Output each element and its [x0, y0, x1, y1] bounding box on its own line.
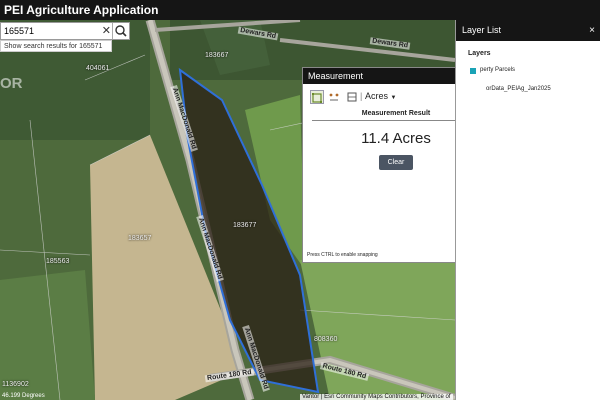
clear-search-icon[interactable]: ✕: [102, 24, 111, 37]
parcel-label: 185563: [46, 258, 70, 265]
parcel-label: 183677: [233, 222, 257, 229]
search-input[interactable]: [1, 23, 103, 39]
area-tool-button[interactable]: [310, 90, 324, 104]
search-suggestion[interactable]: Show search results for 165571: [0, 40, 112, 52]
area-icon: [312, 93, 322, 103]
parcel-label: 1136902: [2, 381, 29, 388]
measurement-title: Measurement: [308, 71, 364, 81]
app-title-bar: PEI Agriculture Application: [0, 0, 600, 20]
app-title: PEI Agriculture Application: [4, 3, 159, 17]
parcel-label: 808360: [314, 336, 338, 343]
layer-item[interactable]: perty Parcels: [480, 67, 515, 73]
close-icon[interactable]: ×: [589, 20, 595, 41]
layer-list-panel: Layer List × Layers perty Parcels orData…: [455, 20, 600, 400]
parcel-label: 183657: [128, 235, 152, 242]
watermark-text: OR: [0, 75, 23, 92]
location-icon: [347, 92, 357, 102]
map-attribution: Vantor | Esri Community Maps Contributor…: [300, 394, 453, 400]
distance-tool-button[interactable]: [328, 90, 342, 104]
search-box[interactable]: ✕: [0, 22, 130, 40]
units-dropdown[interactable]: Acres ▼: [365, 91, 396, 101]
chevron-down-icon: ▼: [390, 95, 397, 101]
search-button[interactable]: [112, 23, 129, 39]
units-value: Acres: [365, 91, 389, 101]
parcel-label: 183667: [205, 52, 229, 59]
toolbar-divider: |: [360, 91, 363, 101]
distance-icon: [329, 93, 339, 101]
layers-section-title: Layers: [468, 50, 491, 57]
parcel-label: 404061: [86, 65, 110, 72]
layer-list-title: Layer List: [462, 25, 502, 35]
layer-item[interactable]: orData_PEIAg_Jan2025: [486, 86, 551, 92]
location-tool-button[interactable]: [346, 90, 360, 104]
coordinate-readout: 46.199 Degrees: [2, 393, 45, 399]
layer-list-header: Layer List ×: [456, 20, 600, 41]
snapping-hint: Press CTRL to enable snapping: [307, 252, 378, 258]
layer-checkbox[interactable]: [470, 68, 476, 74]
search-icon: [115, 25, 127, 37]
clear-button[interactable]: Clear: [379, 155, 413, 170]
